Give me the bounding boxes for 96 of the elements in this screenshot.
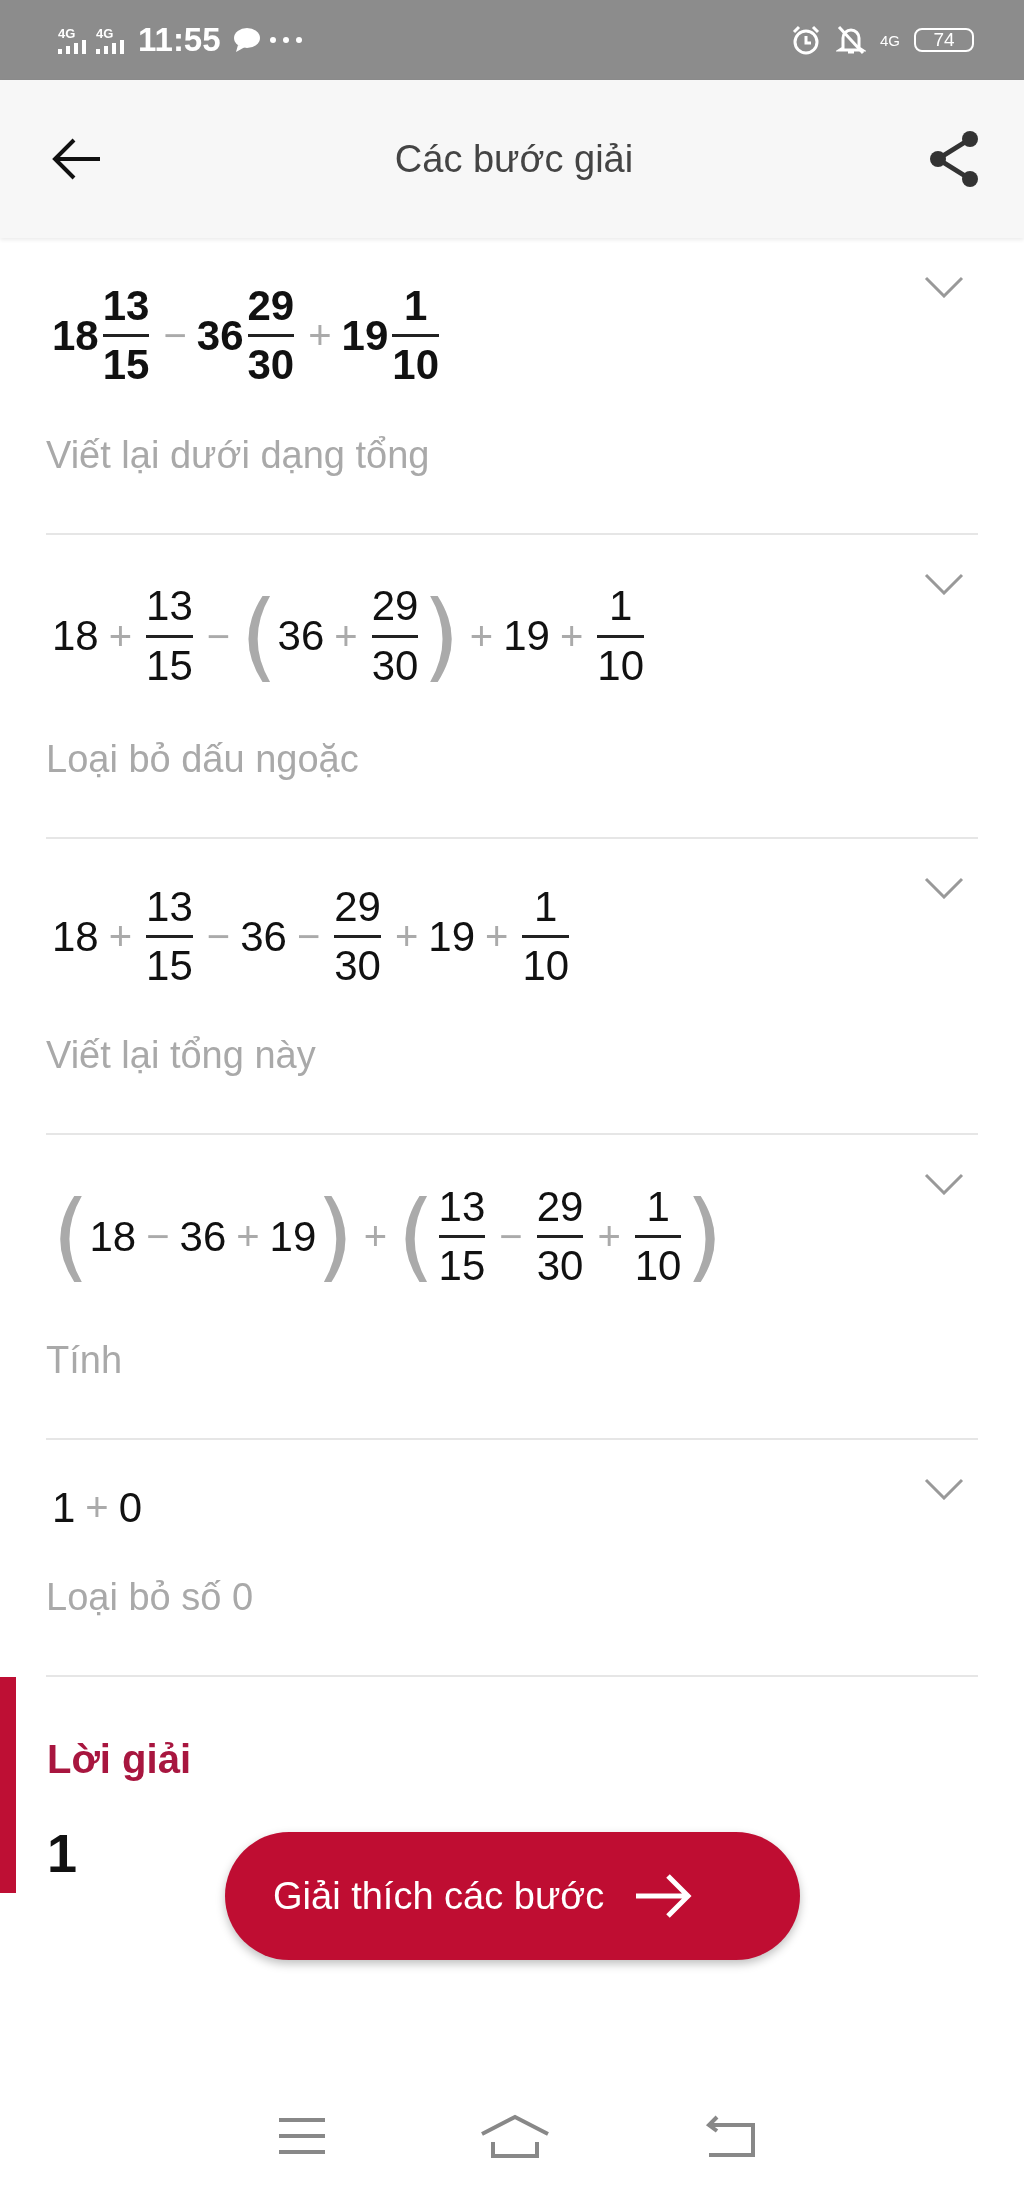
chevron-down-icon[interactable] xyxy=(924,1173,964,1196)
chat-bubble-icon xyxy=(232,27,261,53)
page-title: Các bước giải xyxy=(393,137,635,181)
number: 19 xyxy=(503,612,550,661)
number: 18 xyxy=(89,1212,137,1261)
number: 18 xyxy=(52,912,99,961)
parenthesis: ( xyxy=(52,1179,90,1295)
step-caption: Viết lại tổng này xyxy=(46,1034,317,1078)
clock-time: 11:55 xyxy=(138,21,221,59)
numerator: 29 xyxy=(334,882,381,932)
operator: + xyxy=(85,1485,109,1531)
step-caption: Loại bỏ số 0 xyxy=(46,1575,255,1619)
denominator: 10 xyxy=(392,341,440,390)
numerator: 1 xyxy=(534,882,558,932)
back-button[interactable] xyxy=(52,137,102,181)
denominator: 10 xyxy=(597,641,644,690)
back-nav-button[interactable] xyxy=(703,2115,758,2157)
operator: + xyxy=(597,1214,621,1260)
denominator: 15 xyxy=(102,341,150,390)
operator: + xyxy=(394,914,419,960)
step-caption: Viết lại dưới dạng tổng xyxy=(46,433,431,477)
solution-heading: Lời giải xyxy=(47,1736,192,1782)
operator: + xyxy=(334,613,358,659)
return-icon xyxy=(703,2115,758,2157)
signal-icon xyxy=(96,39,126,54)
menu-button[interactable] xyxy=(276,2116,327,2156)
denominator: 10 xyxy=(522,942,570,991)
step-caption: Loại bỏ dấu ngoặc xyxy=(46,737,360,781)
number: 19 xyxy=(428,912,476,961)
numerator: 29 xyxy=(247,282,295,331)
number: 19 xyxy=(269,1212,317,1261)
parenthesis: ) xyxy=(685,1179,723,1295)
chevron-down-icon[interactable] xyxy=(924,276,964,298)
number: 36 xyxy=(179,1212,227,1261)
chevron-down-icon[interactable] xyxy=(924,572,964,595)
number: 36 xyxy=(277,612,325,661)
numerator: 13 xyxy=(146,882,193,932)
operator: − xyxy=(296,914,321,960)
numerator: 29 xyxy=(371,582,419,631)
numerator: 1 xyxy=(646,1183,670,1232)
denominator: 15 xyxy=(438,1242,486,1291)
answer-value: 1 xyxy=(47,1821,79,1884)
numerator: 13 xyxy=(438,1183,486,1232)
numerator: 1 xyxy=(404,282,428,331)
chevron-down-icon[interactable] xyxy=(924,1477,964,1500)
parenthesis: ( xyxy=(397,1179,435,1295)
operator: − xyxy=(146,1214,170,1260)
arrow-right-icon xyxy=(634,1872,693,1920)
alarm-clock-icon xyxy=(790,24,822,56)
battery-level: 74 xyxy=(914,28,974,52)
operator: + xyxy=(108,914,133,960)
operator: + xyxy=(236,1214,260,1260)
mobile-data-label: 4G xyxy=(880,31,900,49)
operator: − xyxy=(206,613,231,659)
denominator: 30 xyxy=(371,641,419,690)
denominator: 15 xyxy=(146,641,193,690)
numerator: 29 xyxy=(536,1183,584,1232)
muted-bell-icon xyxy=(836,24,866,56)
parenthesis: ) xyxy=(422,578,460,694)
network-type: 4G xyxy=(96,26,114,40)
operator: − xyxy=(206,914,231,960)
home-icon xyxy=(480,2114,550,2158)
operator: + xyxy=(469,613,494,659)
operator: + xyxy=(559,613,584,659)
number: 18 xyxy=(52,311,99,360)
menu-icon xyxy=(276,2116,327,2156)
operator: + xyxy=(485,914,509,960)
operator: + xyxy=(308,313,332,359)
numerator: 1 xyxy=(608,582,633,631)
number: 19 xyxy=(341,311,389,360)
more-icon xyxy=(268,36,303,44)
number: 0 xyxy=(118,1483,143,1532)
operator: + xyxy=(363,1214,388,1260)
denominator: 10 xyxy=(634,1242,682,1291)
denominator: 30 xyxy=(247,341,295,390)
step-caption: Tính xyxy=(46,1338,124,1382)
operator: − xyxy=(163,313,187,359)
number: 36 xyxy=(240,912,287,961)
explain-steps-button[interactable]: Giải thích các bước xyxy=(225,1832,800,1960)
back-arrow-icon xyxy=(52,137,102,181)
chevron-down-icon[interactable] xyxy=(924,876,964,899)
numerator: 13 xyxy=(102,282,150,331)
parenthesis: ) xyxy=(316,1179,354,1295)
numerator: 13 xyxy=(146,582,193,631)
denominator: 15 xyxy=(146,942,193,991)
operator: − xyxy=(499,1214,523,1260)
number: 36 xyxy=(196,311,244,360)
operator: + xyxy=(108,613,133,659)
denominator: 30 xyxy=(334,942,381,991)
network-type: 4G xyxy=(58,26,76,40)
parenthesis: ( xyxy=(240,578,278,694)
number: 18 xyxy=(52,612,99,661)
signal-icon xyxy=(58,39,88,54)
number: 1 xyxy=(52,1483,76,1532)
denominator: 30 xyxy=(536,1242,584,1291)
home-button[interactable] xyxy=(480,2114,550,2158)
